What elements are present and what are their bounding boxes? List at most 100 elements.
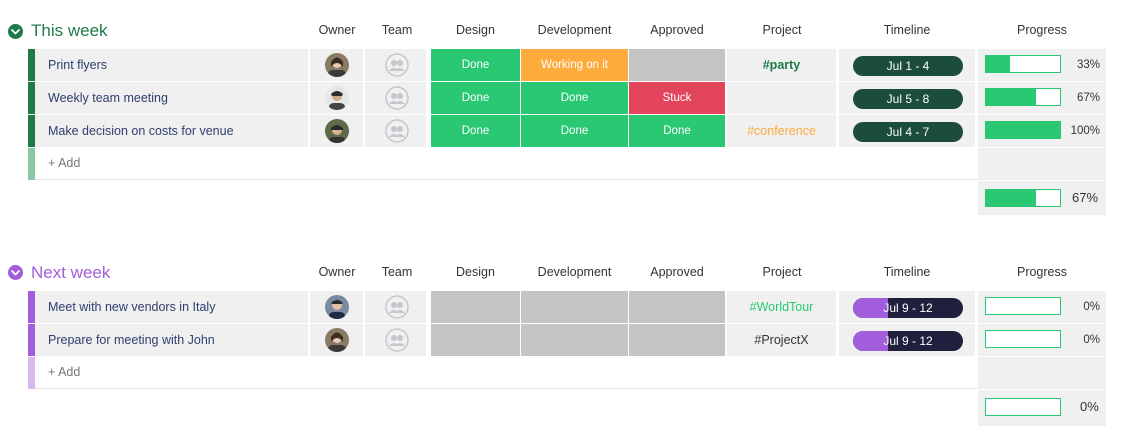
progress-bar — [985, 297, 1061, 315]
column-header-development[interactable]: Development — [521, 264, 628, 280]
owner-avatar[interactable] — [325, 86, 349, 110]
column-header-progress[interactable]: Progress — [978, 264, 1106, 280]
add-item-button[interactable]: + Add — [48, 148, 80, 178]
team-placeholder-icon[interactable] — [385, 328, 409, 352]
add-item-row[interactable]: + Add — [28, 148, 1106, 180]
column-header-design[interactable]: Design — [431, 22, 520, 38]
summary-progress-bar — [985, 398, 1061, 416]
row-color-bar — [28, 357, 35, 389]
item-name[interactable]: Prepare for meeting with John — [48, 324, 215, 356]
row-color-bar — [28, 291, 35, 323]
item-name[interactable]: Print flyers — [48, 49, 107, 81]
project-tag[interactable]: #ProjectX — [727, 324, 836, 356]
timeline-bar[interactable]: Jul 5 - 8 — [853, 89, 963, 109]
development-status[interactable]: Done — [521, 115, 628, 147]
development-status[interactable]: Working on it — [521, 49, 628, 81]
group-next-week: Next week Owner Team Design Development … — [0, 256, 1134, 426]
approved-status[interactable] — [629, 324, 725, 356]
team-placeholder-icon[interactable] — [385, 119, 409, 143]
approved-status[interactable]: Done — [629, 115, 725, 147]
column-header-timeline[interactable]: Timeline — [839, 22, 975, 38]
owner-cell[interactable] — [310, 49, 363, 81]
row-color-bar — [28, 82, 35, 114]
owner-avatar[interactable] — [325, 53, 349, 77]
team-cell[interactable] — [365, 49, 426, 81]
design-status[interactable] — [431, 291, 520, 323]
design-status[interactable]: Done — [431, 115, 520, 147]
table-row[interactable]: Make decision on costs for venue Done Do… — [28, 115, 1106, 147]
column-header-project[interactable]: Project — [728, 264, 836, 280]
approved-status[interactable] — [629, 291, 725, 323]
item-name[interactable]: Make decision on costs for venue — [48, 115, 234, 147]
add-item-button[interactable]: + Add — [48, 357, 80, 387]
column-header-project[interactable]: Project — [728, 22, 836, 38]
timeline-bar[interactable]: Jul 1 - 4 — [853, 56, 963, 76]
team-cell[interactable] — [365, 82, 426, 114]
timeline-bar[interactable]: Jul 4 - 7 — [853, 122, 963, 142]
summary-progress-bar — [985, 189, 1061, 207]
owner-cell[interactable] — [310, 291, 363, 323]
group-this-week: This week Owner Team Design Development … — [0, 14, 1134, 215]
row-color-bar — [28, 49, 35, 81]
table-row[interactable]: Weekly team meeting Done Done Stuck Jul … — [28, 82, 1106, 114]
group-title[interactable]: Next week — [31, 262, 110, 284]
team-cell[interactable] — [365, 291, 426, 323]
project-tag[interactable]: #WorldTour — [727, 291, 836, 323]
owner-avatar[interactable] — [325, 328, 349, 352]
timeline-bar[interactable]: Jul 9 - 12 — [853, 298, 963, 318]
timeline-bar[interactable]: Jul 9 - 12 — [853, 331, 963, 351]
owner-cell[interactable] — [310, 115, 363, 147]
column-header-development[interactable]: Development — [521, 22, 628, 38]
project-tag[interactable]: #party — [727, 49, 836, 81]
owner-avatar[interactable] — [325, 295, 349, 319]
column-header-team[interactable]: Team — [368, 264, 426, 280]
item-name[interactable]: Meet with new vendors in Italy — [48, 291, 215, 323]
owner-cell[interactable] — [310, 82, 363, 114]
column-header-owner[interactable]: Owner — [310, 264, 364, 280]
progress-bar — [985, 121, 1061, 139]
design-status[interactable]: Done — [431, 82, 520, 114]
collapse-group-icon[interactable] — [8, 265, 23, 280]
column-header-progress[interactable]: Progress — [978, 22, 1106, 38]
design-status[interactable] — [431, 324, 520, 356]
team-cell[interactable] — [365, 115, 426, 147]
development-status[interactable]: Done — [521, 82, 628, 114]
design-status[interactable]: Done — [431, 49, 520, 81]
progress-fill — [986, 56, 1011, 72]
column-header-approved[interactable]: Approved — [629, 22, 725, 38]
column-header-owner[interactable]: Owner — [310, 22, 364, 38]
item-name[interactable]: Weekly team meeting — [48, 82, 168, 114]
progress-bar — [985, 55, 1061, 73]
project-tag[interactable]: #conference — [727, 115, 836, 147]
timeline-text: Jul 9 - 12 — [883, 334, 933, 348]
add-item-row[interactable]: + Add — [28, 357, 1106, 389]
group-header: Next week Owner Team Design Development … — [0, 256, 1134, 290]
column-header-approved[interactable]: Approved — [629, 264, 725, 280]
approved-status[interactable]: Stuck — [629, 82, 725, 114]
table-row[interactable]: Print flyers Done Working on it #party J… — [28, 49, 1106, 81]
add-row-border — [35, 179, 978, 180]
team-placeholder-icon[interactable] — [385, 86, 409, 110]
column-header-timeline[interactable]: Timeline — [839, 264, 975, 280]
owner-cell[interactable] — [310, 324, 363, 356]
project-tag[interactable] — [727, 82, 836, 114]
group-title[interactable]: This week — [31, 20, 108, 42]
development-status[interactable] — [521, 291, 628, 323]
collapse-group-icon[interactable] — [8, 24, 23, 39]
team-placeholder-icon[interactable] — [385, 295, 409, 319]
team-placeholder-icon[interactable] — [385, 53, 409, 77]
progress-bar — [985, 330, 1061, 348]
group-summary: 0% — [978, 390, 1106, 426]
progress-percent: 33% — [1076, 59, 1100, 71]
team-cell[interactable] — [365, 324, 426, 356]
approved-status[interactable] — [629, 49, 725, 81]
table-row[interactable]: Meet with new vendors in Italy #WorldTou… — [28, 291, 1106, 323]
timeline-text: Jul 9 - 12 — [883, 301, 933, 315]
development-status[interactable] — [521, 324, 628, 356]
table-row[interactable]: Prepare for meeting with John #ProjectX … — [28, 324, 1106, 356]
column-header-team[interactable]: Team — [368, 22, 426, 38]
column-header-design[interactable]: Design — [431, 264, 520, 280]
summary-progress-percent: 0% — [1080, 399, 1099, 414]
owner-avatar[interactable] — [325, 119, 349, 143]
summary-progress-fill — [986, 190, 1036, 206]
